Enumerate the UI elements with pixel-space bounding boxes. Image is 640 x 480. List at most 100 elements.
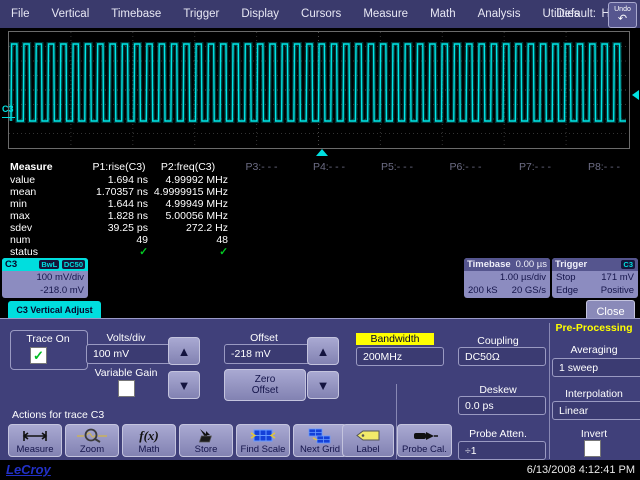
timebase-delay: 0.00 µs <box>516 259 547 270</box>
timebase-scale: 1.00 µs/div <box>500 272 546 283</box>
coupling-field[interactable]: DC50Ω <box>458 347 546 366</box>
deskew-field[interactable]: 0.0 ps <box>458 396 546 415</box>
trigger-level-marker[interactable] <box>632 90 639 100</box>
measure-row-label: num <box>10 234 30 246</box>
offset-up-button[interactable]: ▲ <box>307 337 339 365</box>
offset-field[interactable]: -218 mV <box>224 344 312 364</box>
down-arrow-icon: ▼ <box>317 380 330 391</box>
trigger-type: Edge <box>556 285 578 296</box>
measure-col-header: P6:- - - <box>431 161 500 173</box>
bandwidth-field[interactable]: 200MHz <box>356 347 444 366</box>
next-grid-action-button[interactable]: Next Grid <box>293 424 347 457</box>
probe-cal-icon <box>411 427 439 444</box>
zoom-icon <box>76 427 108 444</box>
trigger-level: 171 mV <box>601 272 634 283</box>
menu-item-cursors[interactable]: Cursors <box>290 8 352 20</box>
measure-table: MeasureP1:rise(C3)P2:freq(C3)P3:- - -P4:… <box>0 157 640 256</box>
averaging-field[interactable]: 1 sweep <box>552 358 640 377</box>
volts-div-down-button[interactable]: ▼ <box>168 371 200 399</box>
measure-value: 1.694 ns <box>90 174 148 186</box>
deskew-label: Deskew <box>456 384 540 396</box>
measure-value: 4.99949 MHz <box>148 198 228 210</box>
default-label: Default: <box>556 8 596 20</box>
measure-value: 1.70357 ns <box>90 186 148 198</box>
measure-value: ✓ <box>90 246 148 258</box>
menu-item-math[interactable]: Math <box>419 8 467 20</box>
menu-item-file[interactable]: File <box>0 8 41 20</box>
offset-label: Offset <box>224 332 304 344</box>
menu-bar: FileVerticalTimebaseTriggerDisplayCursor… <box>0 0 640 28</box>
datetime-display: 6/13/2008 4:12:41 PM <box>527 464 635 476</box>
store-action-button[interactable]: Store <box>179 424 233 457</box>
measure-value: 39.25 ps <box>90 222 148 234</box>
timebase-title: Timebase <box>467 259 511 270</box>
measure-value: 49 <box>90 234 148 246</box>
menu-item-vertical[interactable]: Vertical <box>41 8 101 20</box>
trigger-mode: Stop <box>556 272 576 283</box>
measure-col-header: P5:- - - <box>363 161 431 173</box>
menu-item-timebase[interactable]: Timebase <box>100 8 172 20</box>
interpolation-field[interactable]: Linear <box>552 401 640 420</box>
coupling-label: Coupling <box>456 335 540 347</box>
measure-row-label: sdev <box>10 222 32 234</box>
store-icon <box>194 427 218 444</box>
invert-checkbox[interactable] <box>584 440 601 457</box>
menu-items: FileVerticalTimebaseTriggerDisplayCursor… <box>0 8 636 20</box>
zoom-action-button[interactable]: Zoom <box>65 424 119 457</box>
up-arrow-icon: ▲ <box>178 346 191 357</box>
timebase-samples: 200 kS <box>468 285 498 296</box>
variable-gain-checkbox[interactable] <box>118 380 135 397</box>
trace-on-label: Trace On <box>10 333 86 345</box>
probe-cal-action-button[interactable]: Probe Cal. <box>397 424 452 457</box>
volts-div-field[interactable]: 100 mV <box>86 344 172 364</box>
trigger-header: Trigger C3 <box>552 258 638 271</box>
probe-atten-label: Probe Atten. <box>456 428 540 440</box>
c3-volts-per-div: 100 mV/div <box>36 272 84 283</box>
actions-for-trace-label: Actions for trace C3 <box>12 409 104 421</box>
down-arrow-icon: ▼ <box>178 380 191 391</box>
c3-descriptor-box[interactable]: C3 BwL DC50 100 mV/div -218.0 mV <box>2 258 88 298</box>
volts-div-up-button[interactable]: ▲ <box>168 337 200 365</box>
status-bar: LeCroy 6/13/2008 4:12:41 PM <box>0 460 640 480</box>
measure-value: 48 <box>148 234 228 246</box>
bandwidth-label: Bandwidth <box>356 333 434 345</box>
measure-col-header: P1:rise(C3) <box>90 161 148 173</box>
math-action-button[interactable]: f(x) Math <box>122 424 176 457</box>
measure-action-button[interactable]: Measure <box>8 424 62 457</box>
find-scale-icon <box>250 427 276 444</box>
up-arrow-icon: ▲ <box>317 346 330 357</box>
graticule-grid <box>8 31 632 151</box>
trigger-descriptor-box[interactable]: Trigger C3 Stop 171 mV Edge Positive <box>552 258 638 298</box>
timebase-rate: 20 GS/s <box>512 285 546 296</box>
undo-icon: ↶ <box>609 15 636 24</box>
channel-ground-marker <box>2 117 15 118</box>
c3-channel-label: C3 <box>5 259 17 270</box>
menu-item-measure[interactable]: Measure <box>352 8 419 20</box>
trigger-time-marker[interactable] <box>316 149 328 156</box>
probe-atten-field[interactable]: ÷1 <box>458 441 546 460</box>
waveform-display: C3 <box>0 28 640 157</box>
zero-offset-button[interactable]: ZeroOffset <box>224 369 306 401</box>
label-action-button[interactable]: Label <box>342 424 394 457</box>
trigger-title: Trigger <box>555 259 587 270</box>
trigger-slope: Positive <box>601 285 634 296</box>
menu-item-analysis[interactable]: Analysis <box>467 8 532 20</box>
measure-value: 272.2 Hz <box>148 222 228 234</box>
menu-item-display[interactable]: Display <box>230 8 290 20</box>
measure-table-title: Measure <box>10 161 53 173</box>
measure-value: 1.828 ns <box>90 210 148 222</box>
undo-button[interactable]: Undo ↶ <box>608 2 637 28</box>
c3-offset-value: -218.0 mV <box>40 285 84 296</box>
tab-c3-vertical-adjust[interactable]: C3 Vertical Adjust <box>8 301 101 318</box>
math-icon: f(x) <box>139 427 159 444</box>
measure-value: 1.644 ns <box>90 198 148 210</box>
offset-down-button[interactable]: ▼ <box>307 371 339 399</box>
trace-on-checkbox[interactable]: ✓ <box>30 347 47 364</box>
timebase-descriptor-box[interactable]: Timebase 0.00 µs 1.00 µs/div 200 kS 20 G… <box>464 258 550 298</box>
averaging-label: Averaging <box>550 344 638 356</box>
next-grid-icon <box>307 427 333 444</box>
menu-item-trigger[interactable]: Trigger <box>172 8 230 20</box>
invert-label: Invert <box>550 428 638 440</box>
find-scale-action-button[interactable]: Find Scale <box>236 424 290 457</box>
lecroy-logo[interactable]: LeCroy <box>6 462 51 477</box>
